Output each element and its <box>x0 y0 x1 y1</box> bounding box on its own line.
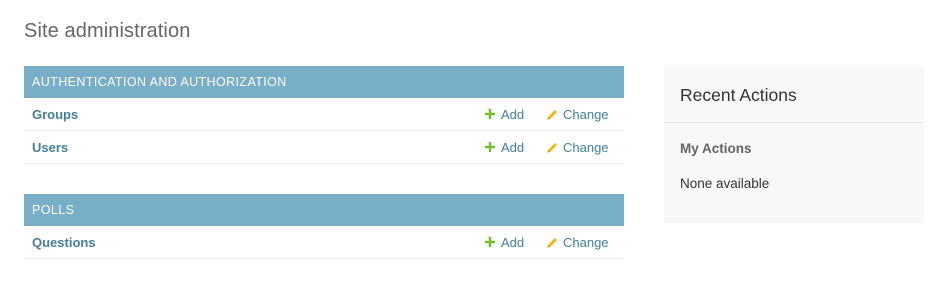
model-row-questions: Questions Add Change <box>24 226 624 259</box>
recent-actions-title: Recent Actions <box>664 66 924 123</box>
plus-icon <box>485 109 495 119</box>
model-link-groups[interactable]: Groups <box>32 107 78 122</box>
change-groups-button[interactable]: Change <box>547 107 609 122</box>
model-row-users: Users Add Change <box>24 131 624 164</box>
module-caption-label[interactable]: POLLS <box>32 203 74 217</box>
admin-page: Site administration AUTHENTICATION AND A… <box>0 0 950 284</box>
add-label: Add <box>501 139 525 155</box>
add-users-button[interactable]: Add <box>485 140 524 155</box>
module-caption[interactable]: POLLS <box>24 194 624 226</box>
change-label: Change <box>563 106 609 122</box>
model-link-users[interactable]: Users <box>32 140 68 155</box>
app-module-auth: AUTHENTICATION AND AUTHORIZATION Groups … <box>24 66 624 164</box>
add-label: Add <box>501 106 525 122</box>
add-questions-button[interactable]: Add <box>485 235 524 250</box>
my-actions-heading: My Actions <box>680 141 752 156</box>
module-caption[interactable]: AUTHENTICATION AND AUTHORIZATION <box>24 66 624 98</box>
model-link-questions[interactable]: Questions <box>32 235 96 250</box>
app-module-polls: POLLS Questions Add Change <box>24 194 624 259</box>
model-row-groups: Groups Add Change <box>24 98 624 131</box>
page-title: Site administration <box>24 20 191 42</box>
pencil-icon <box>547 142 557 152</box>
add-label: Add <box>501 234 525 250</box>
add-groups-button[interactable]: Add <box>485 107 524 122</box>
pencil-icon <box>547 109 557 119</box>
change-label: Change <box>563 234 609 250</box>
change-label: Change <box>563 139 609 155</box>
change-users-button[interactable]: Change <box>547 140 609 155</box>
plus-icon <box>485 237 495 247</box>
plus-icon <box>485 142 495 152</box>
pencil-icon <box>547 237 557 247</box>
recent-actions-panel: Recent Actions My Actions None available <box>664 66 924 223</box>
module-caption-label[interactable]: AUTHENTICATION AND AUTHORIZATION <box>32 75 287 89</box>
change-questions-button[interactable]: Change <box>547 235 609 250</box>
empty-actions-text: None available <box>680 176 770 191</box>
